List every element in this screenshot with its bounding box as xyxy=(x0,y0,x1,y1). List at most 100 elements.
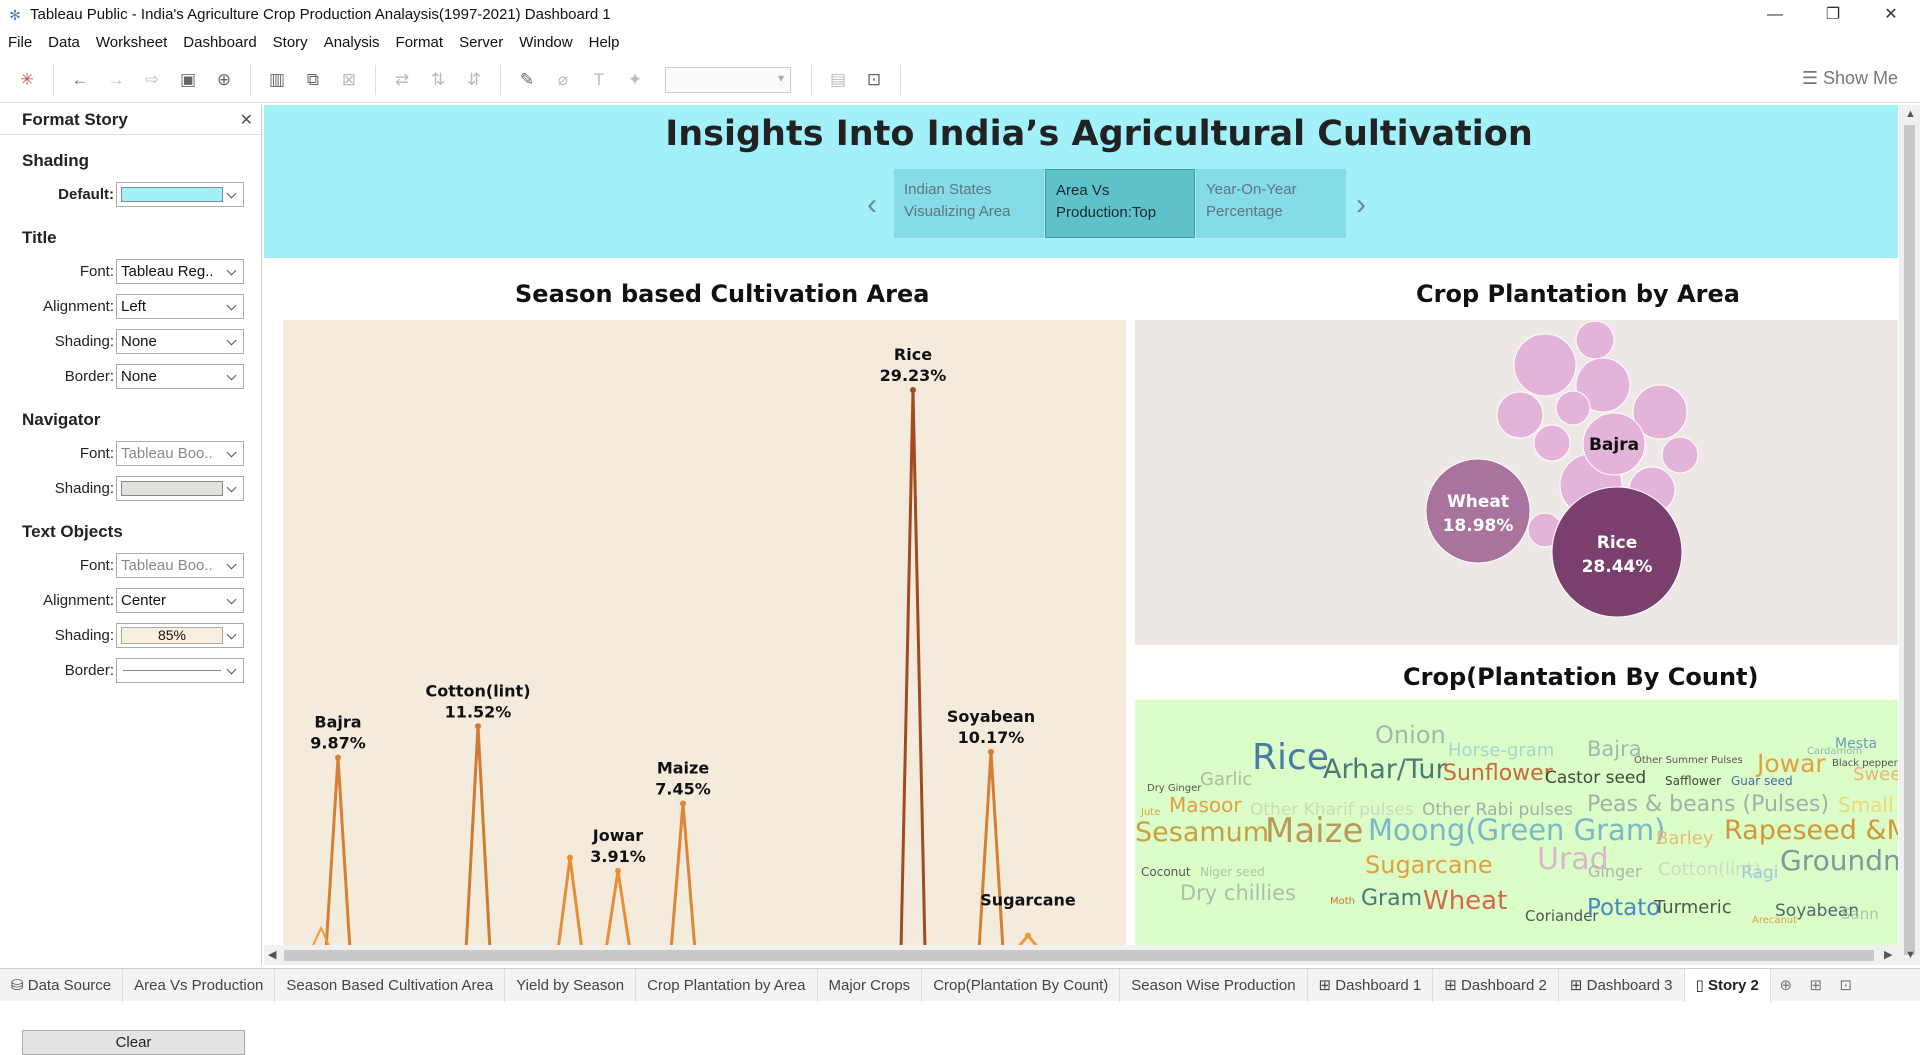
crop-bubble[interactable] xyxy=(1661,436,1699,474)
crop-bubble[interactable] xyxy=(1496,391,1544,439)
save-icon[interactable]: ▣ xyxy=(175,67,201,93)
nav-next-icon[interactable]: › xyxy=(1356,188,1366,222)
crop-bubble[interactable] xyxy=(1575,320,1615,360)
tab-story-2[interactable]: ▯ Story 2 xyxy=(1684,968,1771,1002)
crop-bubble[interactable] xyxy=(1533,424,1571,462)
text-shading-picker[interactable]: 85% xyxy=(116,623,244,648)
show-me-button[interactable]: ☰ Show Me xyxy=(1802,68,1898,89)
word-cloud-item[interactable]: Rice xyxy=(1252,737,1329,778)
word-cloud-item[interactable]: Dry chillies xyxy=(1180,881,1296,905)
navigator-font-select[interactable]: Tableau Boo.. xyxy=(116,441,244,466)
word-cloud-item[interactable]: Castor seed xyxy=(1545,768,1646,788)
title-border-select[interactable]: None xyxy=(116,364,244,389)
undo-icon[interactable]: ← xyxy=(67,67,93,93)
tab-major-crops[interactable]: Major Crops xyxy=(818,968,923,1002)
text-font-select[interactable]: Tableau Boo.. xyxy=(116,553,244,578)
word-cloud-item[interactable]: Small xyxy=(1838,793,1894,817)
word-cloud-item[interactable]: Niger seed xyxy=(1200,865,1265,879)
word-cloud-item[interactable]: Ginger xyxy=(1588,862,1642,881)
tableau-home-icon[interactable]: ✳ xyxy=(14,67,40,93)
tab-data-source[interactable]: ⛁ Data Source xyxy=(0,968,124,1002)
new-worksheet-icon[interactable]: ▥ xyxy=(264,67,290,93)
menu-worksheet[interactable]: Worksheet xyxy=(96,34,167,51)
story-point-1[interactable]: Indian States Visualizing Area xyxy=(894,169,1044,238)
new-story-tab-icon[interactable]: ⊡ xyxy=(1831,976,1861,994)
vertical-scrollbar[interactable]: ▲ ▼ xyxy=(1899,105,1920,965)
scroll-left-icon[interactable]: ◀ xyxy=(268,948,276,961)
scroll-thumb[interactable] xyxy=(1904,125,1915,955)
title-alignment-select[interactable]: Left xyxy=(116,294,244,319)
title-shading-select[interactable]: None xyxy=(116,329,244,354)
menu-dashboard[interactable]: Dashboard xyxy=(183,34,256,51)
duplicate-icon[interactable]: ⧉ xyxy=(300,67,326,93)
word-cloud-item[interactable]: Onion xyxy=(1375,721,1446,749)
story-point-3[interactable]: Year-On-Year Percentage xyxy=(1196,169,1346,238)
restore-icon[interactable]: ❐ xyxy=(1804,0,1862,29)
word-cloud-item[interactable]: Groundnu xyxy=(1780,844,1898,877)
word-cloud-item[interactable]: Sugarcane xyxy=(1365,851,1493,879)
word-cloud-item[interactable]: Rapeseed &Mu xyxy=(1724,815,1898,846)
line-peak[interactable] xyxy=(324,757,352,945)
scroll-thumb[interactable] xyxy=(284,950,1874,961)
word-cloud-item[interactable]: Sann xyxy=(1841,905,1879,923)
show-cards-icon[interactable]: ▤ xyxy=(825,67,851,93)
word-cloud-item[interactable]: Maize xyxy=(1265,811,1363,851)
word-cloud-item[interactable]: Jowar xyxy=(1757,749,1826,778)
new-worksheet-tab-icon[interactable]: ⊕ xyxy=(1771,976,1801,994)
text-border-select[interactable] xyxy=(116,658,244,683)
word-cloud-item[interactable]: Mesta xyxy=(1835,736,1877,752)
pin-icon[interactable]: ✦ xyxy=(622,67,648,93)
tab-crop-plantation-by-count[interactable]: Crop(Plantation By Count) xyxy=(922,968,1121,1002)
word-cloud-item[interactable]: Gram xyxy=(1361,886,1422,911)
highlight-icon[interactable]: ✎ xyxy=(514,67,540,93)
word-cloud-item[interactable]: Barley xyxy=(1656,828,1714,849)
menu-file[interactable]: File xyxy=(8,34,32,51)
peak-point[interactable] xyxy=(1025,932,1031,939)
menu-story[interactable]: Story xyxy=(273,34,308,51)
word-cloud-item[interactable]: Moth xyxy=(1330,896,1355,907)
tab-season-based-cultivation-area[interactable]: Season Based Cultivation Area xyxy=(275,968,506,1002)
tab-yield-by-season[interactable]: Yield by Season xyxy=(505,968,637,1002)
word-cloud-item[interactable]: Turmeric xyxy=(1654,897,1732,918)
scroll-up-icon[interactable]: ▲ xyxy=(1905,108,1916,120)
crop-bubble-chart[interactable]: Rice 28.44% Wheat 18.98% Bajra xyxy=(1135,320,1898,645)
line-peak[interactable] xyxy=(557,857,583,945)
shading-default-picker[interactable] xyxy=(116,182,244,207)
horizontal-scrollbar[interactable]: ◀ ▶ xyxy=(264,945,1899,965)
word-cloud-item[interactable]: Garlic xyxy=(1200,769,1252,790)
fit-dropdown[interactable] xyxy=(665,66,791,93)
navigator-shading-picker[interactable] xyxy=(116,476,244,501)
scroll-right-icon[interactable]: ▶ xyxy=(1884,948,1892,961)
word-cloud-item[interactable]: Sesamum xyxy=(1135,817,1269,848)
tab-dashboard-3[interactable]: ⊞ Dashboard 3 xyxy=(1559,968,1685,1002)
peak-point[interactable] xyxy=(615,867,621,874)
sort-descending-icon[interactable]: ⇵ xyxy=(461,67,487,93)
tab-dashboard-1[interactable]: ⊞ Dashboard 1 xyxy=(1308,968,1434,1002)
redo-icon[interactable]: → xyxy=(103,67,129,93)
peak-point[interactable] xyxy=(335,754,341,761)
word-cloud-item[interactable]: Sweet p xyxy=(1853,764,1898,785)
word-cloud-item[interactable]: Safflower xyxy=(1665,774,1721,788)
label-icon[interactable]: T xyxy=(586,67,612,93)
word-cloud-item[interactable]: Potato xyxy=(1587,895,1660,921)
word-cloud-item[interactable]: Coconut xyxy=(1141,865,1191,879)
group-icon[interactable]: ⌀ xyxy=(550,67,576,93)
menu-data[interactable]: Data xyxy=(48,34,80,51)
tab-crop-plantation-by-area[interactable]: Crop Plantation by Area xyxy=(636,968,818,1002)
word-cloud-item[interactable]: Horse-gram xyxy=(1448,740,1554,761)
line-peak[interactable] xyxy=(464,726,492,945)
word-cloud-item[interactable]: Sunflower xyxy=(1443,761,1553,786)
replay-icon[interactable]: ⇨ xyxy=(139,67,165,93)
minimize-icon[interactable]: — xyxy=(1746,0,1804,29)
line-peak[interactable] xyxy=(669,803,697,945)
line-peak[interactable] xyxy=(977,751,1005,945)
word-cloud-item[interactable]: Masoor xyxy=(1169,793,1242,817)
word-cloud-item[interactable]: Wheat xyxy=(1423,886,1507,916)
menu-analysis[interactable]: Analysis xyxy=(324,34,380,51)
menu-server[interactable]: Server xyxy=(459,34,503,51)
nav-prev-icon[interactable]: ‹ xyxy=(867,188,877,222)
peak-point[interactable] xyxy=(680,800,686,807)
tab-dashboard-2[interactable]: ⊞ Dashboard 2 xyxy=(1433,968,1559,1002)
word-cloud-item[interactable]: Ragi xyxy=(1741,863,1778,883)
line-peak[interactable] xyxy=(605,870,631,945)
